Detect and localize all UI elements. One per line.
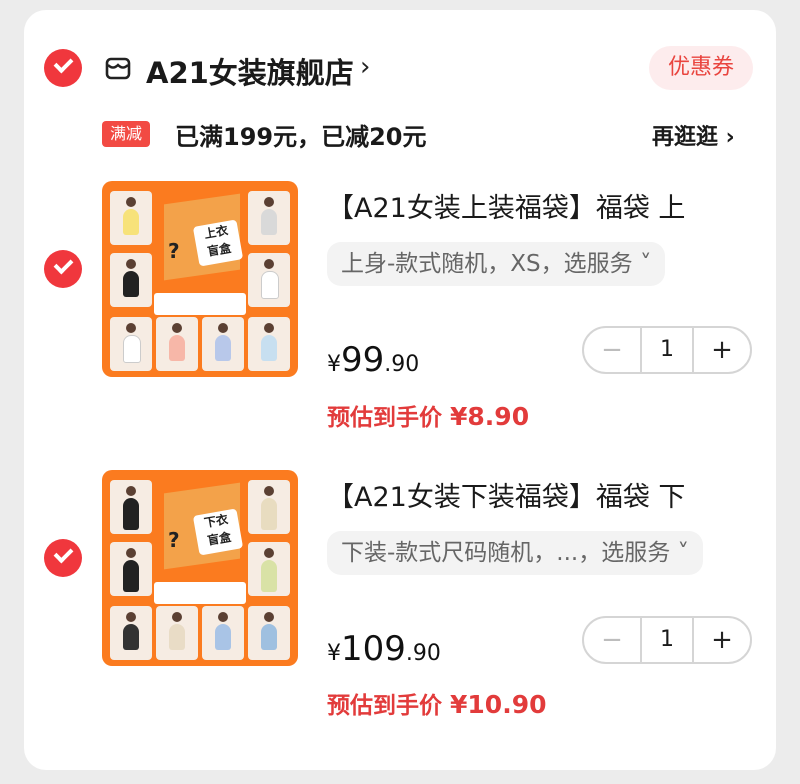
estimated-price-value: ¥10.90 <box>450 690 547 719</box>
model-photo <box>248 317 290 371</box>
product-price: ¥99.90 <box>327 340 419 380</box>
item-select-checkbox[interactable] <box>44 539 82 577</box>
product-title[interactable]: 【A21女装下装福袋】福袋 下 <box>327 475 685 514</box>
quantity-stepper[interactable]: − 1 + <box>582 616 752 664</box>
increase-button[interactable]: + <box>694 618 750 662</box>
product-title[interactable]: 【A21女装上装福袋】福袋 上 <box>327 186 685 225</box>
model-photo <box>248 191 290 245</box>
box-label: 上衣 盲盒 <box>192 219 244 267</box>
product-image[interactable]: ? 下衣 盲盒 <box>102 470 298 666</box>
estimated-price-label: 预估到手价 <box>327 693 442 719</box>
sku-selector[interactable]: 上身-款式随机，XS，选服务 ˅ <box>327 242 666 286</box>
model-photo <box>110 480 152 534</box>
model-photo <box>156 606 198 660</box>
price-integer: 109 <box>341 629 406 669</box>
sku-selector[interactable]: 下装-款式尺码随机，...，选服务 ˅ <box>327 531 704 575</box>
shop-more-link[interactable]: 再逛逛 › <box>652 119 735 151</box>
question-mark: ? <box>168 239 180 263</box>
question-mark: ? <box>168 528 180 552</box>
shop-select-checkbox[interactable] <box>44 49 82 87</box>
quantity-value[interactable]: 1 <box>640 328 694 372</box>
chevron-right-icon[interactable]: › <box>360 52 370 82</box>
store-icon[interactable] <box>105 55 131 81</box>
estimated-price-value: ¥8.90 <box>450 402 530 431</box>
box-label: 下衣 盲盒 <box>192 508 244 556</box>
model-photo <box>202 317 244 371</box>
coupon-button[interactable]: 优惠券 <box>649 46 753 90</box>
decrease-button[interactable]: − <box>584 618 640 662</box>
decrease-button[interactable]: − <box>584 328 640 372</box>
estimated-price-label: 预估到手价 <box>327 405 442 431</box>
price-currency: ¥ <box>327 352 341 377</box>
model-photo <box>110 606 152 660</box>
quantity-value[interactable]: 1 <box>640 618 694 662</box>
product-price: ¥109.90 <box>327 629 441 669</box>
price-decimal: .90 <box>384 352 420 377</box>
model-photo <box>248 542 290 596</box>
model-photo <box>248 480 290 534</box>
quantity-stepper[interactable]: − 1 + <box>582 326 752 374</box>
model-photo <box>248 253 290 307</box>
model-photo <box>110 542 152 596</box>
product-image[interactable]: ? 上衣 盲盒 <box>102 181 298 377</box>
model-photo <box>110 317 152 371</box>
model-photo <box>202 606 244 660</box>
model-photo <box>110 191 152 245</box>
model-photo <box>248 606 290 660</box>
shop-name[interactable]: A21女装旗舰店 <box>146 50 354 92</box>
increase-button[interactable]: + <box>694 328 750 372</box>
promo-strip <box>154 293 246 315</box>
estimated-price: 预估到手价 ¥8.90 <box>327 398 529 432</box>
price-decimal: .90 <box>405 641 441 666</box>
model-photo <box>156 317 198 371</box>
model-photo <box>110 253 152 307</box>
price-currency: ¥ <box>327 641 341 666</box>
promo-strip <box>154 582 246 604</box>
estimated-price: 预估到手价 ¥10.90 <box>327 686 547 720</box>
price-integer: 99 <box>341 340 385 380</box>
promo-tag: 满减 <box>102 121 150 147</box>
item-select-checkbox[interactable] <box>44 250 82 288</box>
promo-text: 已满199元，已减20元 <box>175 123 427 151</box>
